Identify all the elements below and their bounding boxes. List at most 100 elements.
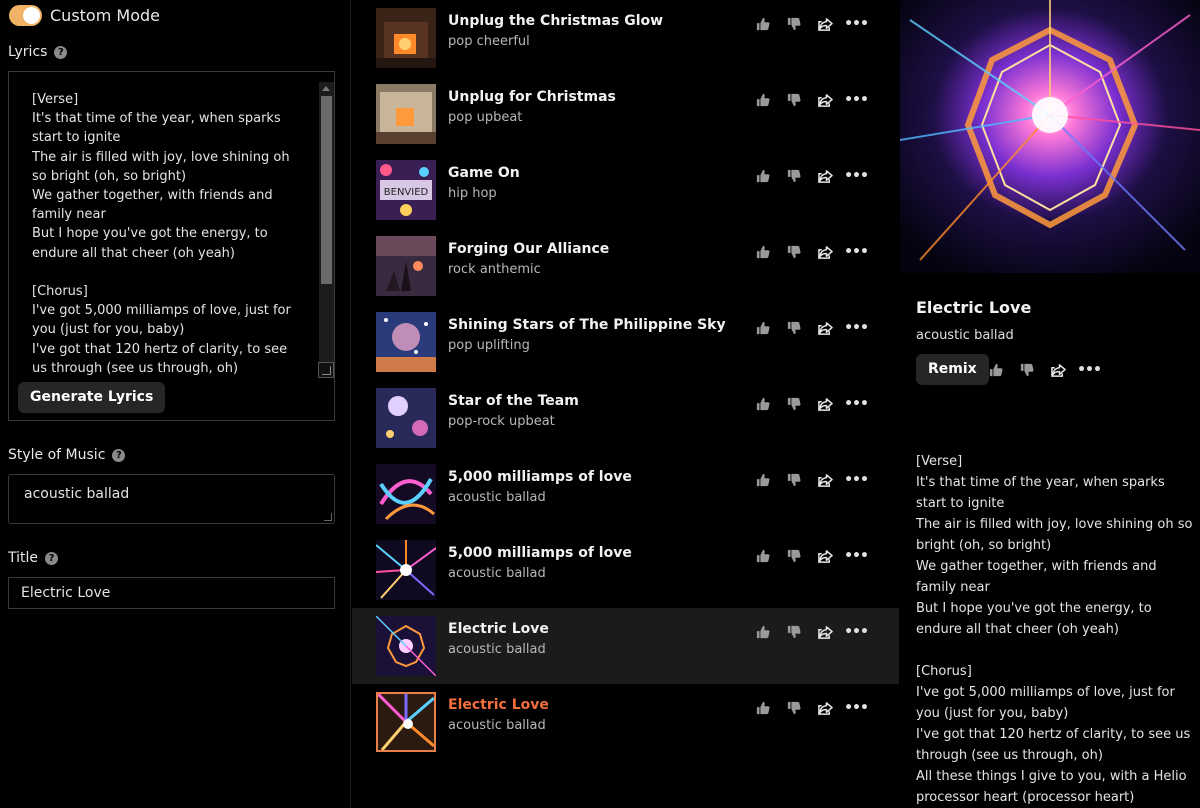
thumbs-down-icon[interactable] xyxy=(786,472,802,488)
share-icon[interactable] xyxy=(817,548,833,564)
thumbs-down-icon[interactable] xyxy=(1019,362,1035,378)
song-title[interactable]: 5,000 milliamps of love xyxy=(448,545,632,561)
share-icon[interactable] xyxy=(1050,362,1066,378)
thumbs-down-icon[interactable] xyxy=(786,16,802,32)
title-label: Title xyxy=(8,550,39,566)
song-title[interactable]: Unplug for Christmas xyxy=(448,89,616,105)
more-icon[interactable]: ••• xyxy=(844,92,869,108)
song-row[interactable]: Unplug the Christmas Glow pop cheerful ••• xyxy=(352,0,899,76)
share-icon[interactable] xyxy=(817,168,833,184)
generate-lyrics-button[interactable]: Generate Lyrics xyxy=(18,382,166,413)
style-value: acoustic ballad xyxy=(24,486,130,502)
share-icon[interactable] xyxy=(817,16,833,32)
song-title[interactable]: Game On xyxy=(448,165,520,181)
share-icon[interactable] xyxy=(817,624,833,640)
thumbs-up-icon[interactable] xyxy=(755,168,771,184)
song-title[interactable]: Star of the Team xyxy=(448,393,579,409)
song-row[interactable]: Electric Love acoustic ballad ••• xyxy=(352,608,899,684)
song-thumbnail[interactable]: BENVIED xyxy=(376,160,436,220)
song-thumbnail[interactable] xyxy=(376,388,436,448)
thumbs-up-icon[interactable] xyxy=(755,244,771,260)
song-row[interactable]: 5,000 milliamps of love acoustic ballad ••… xyxy=(352,532,899,608)
thumbs-up-icon[interactable] xyxy=(988,362,1004,378)
lyrics-scrollbar[interactable] xyxy=(319,82,334,372)
song-row[interactable]: Unplug for Christmas pop upbeat ••• xyxy=(352,76,899,152)
left-panel: Custom Mode Lyrics ? [Verse] It's that t… xyxy=(0,0,351,808)
thumbs-up-icon[interactable] xyxy=(755,624,771,640)
more-icon[interactable]: ••• xyxy=(844,396,869,412)
song-title[interactable]: Electric Love xyxy=(448,697,549,713)
help-icon[interactable]: ? xyxy=(45,551,59,565)
remix-button[interactable]: Remix xyxy=(916,354,989,385)
more-icon[interactable]: ••• xyxy=(844,548,869,564)
song-row[interactable]: 5,000 milliamps of love acoustic ballad ••… xyxy=(352,456,899,532)
thumbs-down-icon[interactable] xyxy=(786,320,802,336)
more-icon[interactable]: ••• xyxy=(844,472,869,488)
song-actions: ••• xyxy=(755,396,879,412)
lyrics-textarea[interactable]: [Verse] It's that time of the year, when… xyxy=(8,71,335,421)
more-icon[interactable]: ••• xyxy=(844,700,869,716)
song-thumbnail[interactable] xyxy=(376,540,436,600)
resize-grip-icon[interactable] xyxy=(318,362,334,378)
thumbs-up-icon[interactable] xyxy=(755,472,771,488)
song-row[interactable]: Electric Love acoustic ballad ••• xyxy=(352,684,899,760)
share-icon[interactable] xyxy=(817,92,833,108)
share-icon[interactable] xyxy=(817,244,833,260)
thumbs-down-icon[interactable] xyxy=(786,396,802,412)
thumbs-up-icon[interactable] xyxy=(755,92,771,108)
song-title[interactable]: Forging Our Alliance xyxy=(448,241,609,257)
song-thumbnail[interactable] xyxy=(376,236,436,296)
more-icon[interactable]: ••• xyxy=(1077,362,1102,378)
song-thumbnail[interactable] xyxy=(376,692,436,752)
scroll-up-icon[interactable] xyxy=(322,86,330,91)
song-row[interactable]: Star of the Team pop-rock upbeat ••• xyxy=(352,380,899,456)
song-thumbnail[interactable] xyxy=(376,8,436,68)
song-row[interactable]: BENVIED Game On hip hop ••• xyxy=(352,152,899,228)
thumbs-down-icon[interactable] xyxy=(786,548,802,564)
thumbs-up-icon[interactable] xyxy=(755,548,771,564)
song-title[interactable]: Shining Stars of The Philippine Sky xyxy=(448,317,726,333)
help-icon[interactable]: ? xyxy=(54,45,68,59)
title-input[interactable]: Electric Love xyxy=(8,577,335,609)
scroll-thumb[interactable] xyxy=(321,96,332,284)
thumbs-up-icon[interactable] xyxy=(755,16,771,32)
song-style: acoustic ballad xyxy=(448,566,546,581)
resize-grip-icon[interactable] xyxy=(324,513,332,521)
share-icon[interactable] xyxy=(817,396,833,412)
song-thumbnail[interactable] xyxy=(376,84,436,144)
thumbs-down-icon[interactable] xyxy=(786,92,802,108)
more-icon[interactable]: ••• xyxy=(844,16,869,32)
song-title[interactable]: Unplug the Christmas Glow xyxy=(448,13,663,29)
more-icon[interactable]: ••• xyxy=(844,320,869,336)
lyrics-text[interactable]: [Verse] It's that time of the year, when… xyxy=(32,90,302,380)
detail-actions: ••• xyxy=(988,362,1112,378)
song-style: pop upbeat xyxy=(448,110,523,125)
song-thumbnail[interactable] xyxy=(376,312,436,372)
style-input[interactable]: acoustic ballad xyxy=(8,474,335,524)
more-icon[interactable]: ••• xyxy=(844,168,869,184)
custom-mode-row[interactable]: Custom Mode xyxy=(9,3,160,27)
share-icon[interactable] xyxy=(817,320,833,336)
thumbs-down-icon[interactable] xyxy=(786,168,802,184)
thumbs-down-icon[interactable] xyxy=(786,700,802,716)
thumbs-up-icon[interactable] xyxy=(755,396,771,412)
song-row[interactable]: Forging Our Alliance rock anthemic ••• xyxy=(352,228,899,304)
svg-text:BENVIED: BENVIED xyxy=(384,187,429,198)
toggle-knob xyxy=(23,6,40,24)
help-icon[interactable]: ? xyxy=(112,448,126,462)
more-icon[interactable]: ••• xyxy=(844,244,869,260)
song-title[interactable]: Electric Love xyxy=(448,621,549,637)
song-thumbnail[interactable] xyxy=(376,616,436,676)
thumbs-up-icon[interactable] xyxy=(755,700,771,716)
custom-mode-toggle[interactable] xyxy=(9,4,42,26)
share-icon[interactable] xyxy=(817,700,833,716)
thumbs-up-icon[interactable] xyxy=(755,320,771,336)
song-title[interactable]: 5,000 milliamps of love xyxy=(448,469,632,485)
thumbs-down-icon[interactable] xyxy=(786,244,802,260)
thumbs-down-icon[interactable] xyxy=(786,624,802,640)
song-row[interactable]: Shining Stars of The Philippine Sky pop u… xyxy=(352,304,899,380)
song-thumbnail[interactable] xyxy=(376,464,436,524)
more-icon[interactable]: ••• xyxy=(844,624,869,640)
share-icon[interactable] xyxy=(817,472,833,488)
detail-lyrics: [Verse] It's that time of the year, when… xyxy=(916,454,1193,805)
